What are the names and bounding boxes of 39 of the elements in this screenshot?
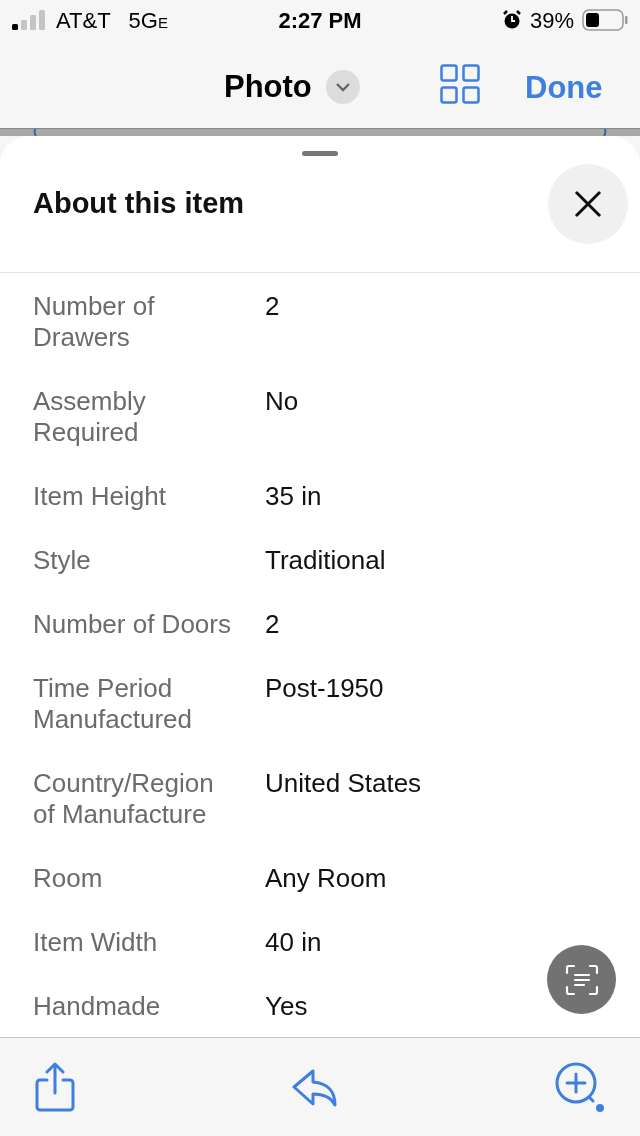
spec-value: 40 in [265,927,323,958]
spec-value: Any Room [265,863,388,894]
spec-value: Yes [265,991,309,1022]
drag-handle[interactable] [302,151,338,156]
signal-icon [12,10,46,30]
zoom-in-icon[interactable] [554,1061,606,1113]
share-icon[interactable] [34,1062,76,1112]
spec-label: Room [33,863,104,894]
done-button[interactable]: Done [525,65,603,112]
spec-value: 2 [265,609,281,640]
battery-icon [582,9,628,31]
spec-label: Assembly Required [33,386,147,448]
sheet-title: About this item [33,186,245,222]
spec-label: Item Height [33,481,167,512]
spec-label: Number of Drawers [33,291,156,353]
spec-value: 2 [265,291,281,323]
spec-label: Number of Doors [33,609,232,640]
spec-value: 35 in [265,481,323,512]
spec-label: Item Width [33,927,159,958]
nav-title: Photo [224,68,312,106]
spec-value: Traditional [265,545,387,576]
reply-icon[interactable] [291,1067,339,1107]
spec-value: Post-1950 [265,673,385,705]
dropdown-button[interactable] [325,70,360,105]
spec-label: Country/Region of Manufacture [33,768,215,830]
text-scan-icon [564,963,599,996]
grid-icon[interactable] [440,64,480,104]
network-text: 5GE [128,6,168,35]
spec-value: United States [265,768,423,800]
spec-label: Time Period Manufactured [33,673,193,735]
spec-value: No [265,386,300,418]
carrier-text: AT&T [56,6,111,35]
alarm-icon [501,10,522,30]
close-icon [574,190,602,218]
chevron-down-icon [334,82,351,93]
battery-percent: 39% [529,6,574,35]
spec-label: Handmade [33,991,162,1022]
spec-label: Style [33,545,92,576]
status-time: 2:27 PM [278,6,362,35]
